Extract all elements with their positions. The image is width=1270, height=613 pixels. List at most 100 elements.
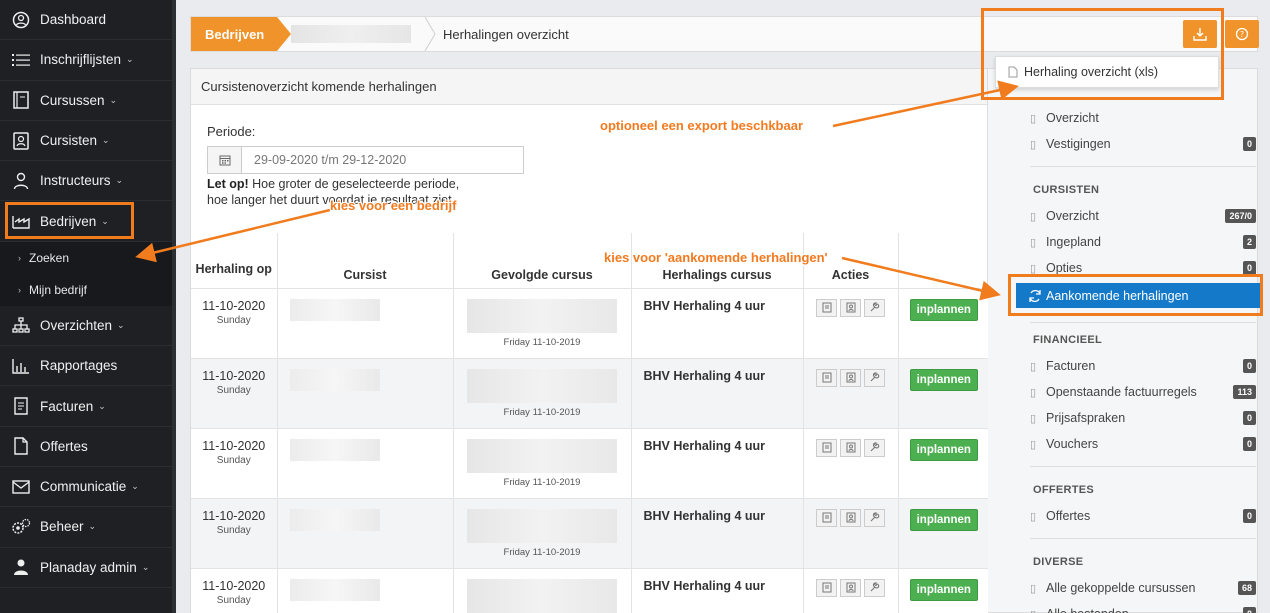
gevolgde-cursus-cell[interactable] [452,568,631,613]
herhalings-cursus-cell: BHV Herhaling 4 uur [630,428,803,499]
cursist-cell[interactable] [276,428,453,499]
gevolgde-cursus-cell[interactable]: Friday 11-10-2019 [452,498,631,569]
calendar-icon[interactable] [208,147,242,173]
book-action-icon[interactable] [816,508,837,527]
cursist-cell[interactable] [276,568,453,613]
student-action-icon[interactable] [840,578,861,597]
note-line-1: Hoe groter de geselecteerde periode, [248,177,460,191]
book-icon [10,89,32,111]
sidebar-item-instructeurs[interactable]: Instructeurs ⌄ [0,161,172,202]
sidebar-subitem-zoeken[interactable]: › Zoeken [0,241,172,274]
cursist-cell[interactable] [276,288,453,359]
inplannen-button[interactable]: inplannen [909,438,978,461]
right-nav-label: Ingepland [1046,235,1101,249]
right-nav-item[interactable]: ▯ Overzicht [1030,105,1256,131]
sidebar-item-offertes[interactable]: Offertes [0,427,172,467]
right-nav-item[interactable]: ▯ Openstaande factuurregels 113 [1030,379,1256,405]
column-header-cursist[interactable]: Cursist [276,233,453,289]
inplannen-button[interactable]: inplannen [909,298,978,321]
sidebar-item-rapportages[interactable]: Rapportages [0,346,172,387]
inplannen-button[interactable]: inplannen [909,508,978,531]
sidebar-item-planaday-admin[interactable]: Planaday admin ⌄ [0,548,172,588]
herhalings-cursus: BHV Herhaling 4 uur [643,508,766,523]
redacted-cursist-name [289,298,380,321]
gevolgde-cursus-cell[interactable]: Friday 11-10-2019 [452,288,631,359]
right-nav-item[interactable]: ▯ Prijsafspraken 0 [1030,405,1256,431]
inplannen-cell: inplannen [897,498,989,569]
wrench-action-icon[interactable] [864,438,885,457]
sidebar-item-beheer[interactable]: Beheer ⌄ [0,507,172,548]
student-action-icon[interactable] [840,508,861,527]
inplannen-button[interactable]: inplannen [909,368,978,391]
herhaling-date: 11-10-2020 [202,508,266,523]
course-date: Friday 11-10-2019 [503,336,581,348]
book-action-icon[interactable] [816,298,837,317]
chevron-right-icon: › [18,252,21,263]
book-action-icon[interactable] [816,438,837,457]
wrench-action-icon[interactable] [864,578,885,597]
right-nav-item[interactable]: ▯ Ingepland 2 [1030,229,1256,255]
highlight-herhalingen-box [1008,274,1263,316]
breadcrumb-redacted-company[interactable] [291,25,411,43]
sidebar-item-label: Facturen [40,398,94,414]
sidebar-item-cursisten[interactable]: Cursisten ⌄ [0,121,172,162]
annotation-bedrijf: kies voor een bedrijf [330,198,457,213]
right-nav-item[interactable]: ▯ Vouchers 0 [1030,431,1256,457]
count-badge: 2 [1242,235,1256,249]
sitemap-icon [10,314,32,336]
divider [1030,166,1256,167]
right-nav-item[interactable]: ▯ Facturen 0 [1030,353,1256,379]
sidebar-item-communicatie[interactable]: Communicatie ⌄ [0,467,172,508]
column-header-herhaling-op[interactable]: Herhaling op [191,233,277,289]
help-button[interactable]: ? [1225,20,1259,48]
sidebar-item-overzichten[interactable]: Overzichten ⌄ [0,306,172,347]
instructor-icon [10,170,32,192]
sidebar-item-cursussen[interactable]: Cursussen ⌄ [0,81,172,121]
right-nav-item[interactable]: ▯ Alle gekoppelde cursussen 68 [1030,575,1256,601]
sidebar-item-label: Cursisten [40,133,98,149]
sidebar-subitem-mijn-bedrijf[interactable]: › Mijn bedrijf [0,273,172,306]
table-row: 11-10-2020 Sunday Friday 11-10-2019 BHV Her… [191,358,989,429]
cursist-cell[interactable] [276,358,453,429]
invoice-icon: ▯ [1030,386,1037,399]
right-nav-item[interactable]: ▯ Overzicht 267/0 [1030,203,1256,229]
wrench-action-icon[interactable] [864,368,885,387]
student-action-icon[interactable] [840,368,861,387]
gevolgde-cursus-cell[interactable]: Friday 11-10-2019 [452,428,631,499]
book-action-icon[interactable] [816,368,837,387]
wrench-action-icon[interactable] [864,508,885,527]
cursist-cell[interactable] [276,498,453,569]
sidebar-item-facturen[interactable]: Facturen ⌄ [0,386,172,427]
gevolgde-cursus-cell[interactable]: Friday 11-10-2019 [452,358,631,429]
right-nav-item[interactable]: ▯ Vestigingen 0 [1030,131,1256,157]
count-badge: 0 [1242,607,1256,613]
list-icon [10,49,32,71]
inplannen-cell: inplannen [897,358,989,429]
periode-label: Periode: [207,124,256,139]
inplannen-cell: inplannen [897,288,989,359]
sidebar-item-label: Beheer [40,519,84,535]
wrench-action-icon[interactable] [864,298,885,317]
sidebar-item-label: Inschrijflijsten [40,52,122,68]
book-action-icon[interactable] [816,578,837,597]
redacted-cursist-name [289,578,380,601]
sidebar-item-inschrijflijsten[interactable]: Inschrijflijsten ⌄ [0,40,172,81]
count-badge: 0 [1242,359,1256,373]
invoice-icon [10,395,32,417]
student-action-icon[interactable] [840,438,861,457]
herhaling-date: 11-10-2020 [202,368,266,383]
section-title-financieel: FINANCIEEL [1033,334,1102,346]
redacted-cursist-name [289,438,380,461]
annotation-herhalingen: kies voor 'aankomende herhalingen' [604,250,828,265]
inplannen-button[interactable]: inplannen [909,578,978,601]
count-badge: 68 [1237,581,1256,595]
right-nav-item[interactable]: ▯ Offertes 0 [1030,503,1256,529]
breadcrumb-separator-icon [424,17,436,51]
student-action-icon[interactable] [840,298,861,317]
dashboard-icon [10,9,32,31]
breadcrumb-bedrijven[interactable]: Bedrijven [191,17,291,51]
count-badge: 0 [1242,137,1256,151]
right-nav-item[interactable]: ▯Alle bestanden 0 [1030,601,1256,613]
periode-date-range-input[interactable]: 29-09-2020 t/m 29-12-2020 [207,146,524,174]
sidebar-item-dashboard[interactable]: Dashboard [0,0,172,41]
